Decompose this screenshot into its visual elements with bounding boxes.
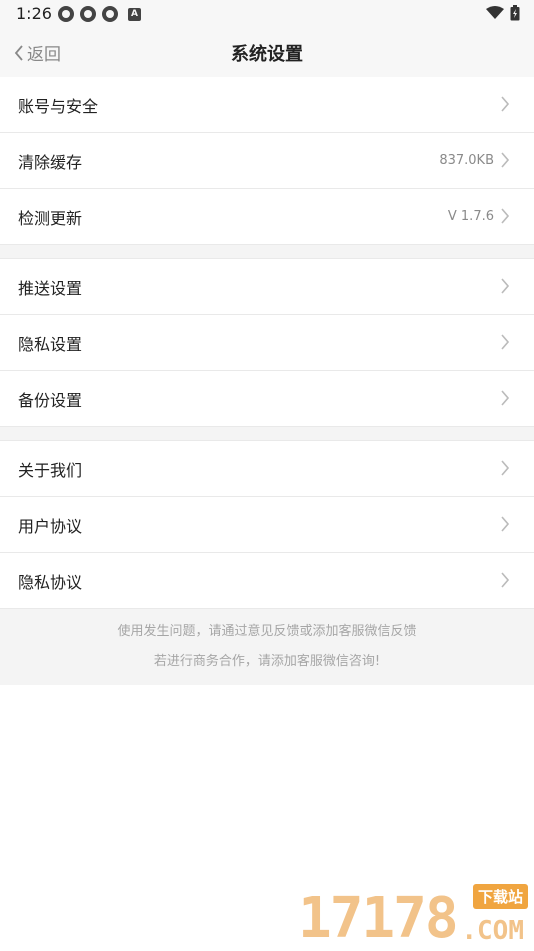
settings-group-about: 关于我们 用户协议 隐私协议: [0, 441, 534, 609]
watermark-digits: 17178: [298, 886, 459, 951]
settings-item-label: 备份设置: [18, 390, 83, 410]
status-bar: 1:26 A: [0, 0, 534, 28]
site-watermark: 17178 下载站 .COM: [298, 884, 528, 951]
chevron-right-icon: [501, 516, 510, 532]
chevron-right-icon: [501, 572, 510, 588]
chevron-right-icon: [501, 334, 510, 350]
footer-feedback-text: 使用发生问题，请通过意见反馈或添加客服微信反馈: [117, 624, 417, 639]
settings-item-label: 检测更新: [18, 208, 83, 228]
page-title: 系统设置: [231, 44, 303, 65]
chevron-right-icon: [501, 208, 510, 224]
group-divider: [0, 245, 534, 259]
settings-item-label: 隐私设置: [18, 334, 83, 354]
settings-item-label: 清除缓存: [18, 152, 83, 172]
watermark-badge: 下载站: [472, 884, 528, 909]
group-divider: [0, 427, 534, 441]
nav-bar: 返回 系统设置: [0, 28, 534, 78]
wifi-icon: [486, 6, 504, 19]
chevron-right-icon: [501, 278, 510, 294]
settings-item-check-update[interactable]: 检测更新 V 1.7.6: [0, 189, 534, 245]
settings-item-user-agreement[interactable]: 用户协议: [0, 497, 534, 553]
settings-item-backup[interactable]: 备份设置: [0, 371, 534, 427]
watermark-domain: .COM: [461, 916, 524, 946]
system-status-icons: [486, 5, 520, 21]
help-footer: 使用发生问题，请通过意见反馈或添加客服微信反馈 若进行商务合作，请添加客服微信咨…: [0, 609, 534, 685]
settings-item-label: 账号与安全: [18, 96, 99, 116]
notification-icons: A: [58, 6, 141, 22]
settings-item-privacy[interactable]: 隐私设置: [0, 315, 534, 371]
settings-item-label: 用户协议: [18, 516, 83, 536]
settings-item-privacy-policy[interactable]: 隐私协议: [0, 553, 534, 609]
cache-size-value: 837.0KB: [439, 153, 494, 168]
settings-item-label: 隐私协议: [18, 572, 83, 592]
footer-business-text: 若进行商务合作，请添加客服微信咨询!: [153, 654, 381, 669]
status-app-icon: [58, 6, 74, 22]
chevron-right-icon: [501, 96, 510, 112]
settings-item-label: 推送设置: [18, 278, 83, 298]
settings-group-preferences: 推送设置 隐私设置 备份设置: [0, 259, 534, 427]
status-time: 1:26: [16, 4, 52, 23]
chevron-right-icon: [501, 390, 510, 406]
settings-item-account-security[interactable]: 账号与安全: [0, 77, 534, 133]
status-app-icon: [80, 6, 96, 22]
version-value: V 1.7.6: [447, 209, 494, 224]
settings-item-label: 关于我们: [18, 460, 83, 480]
settings-item-push[interactable]: 推送设置: [0, 259, 534, 315]
a-badge-icon: A: [128, 7, 141, 21]
chevron-right-icon: [501, 152, 510, 168]
settings-item-clear-cache[interactable]: 清除缓存 837.0KB: [0, 133, 534, 189]
battery-icon: [510, 5, 520, 21]
chevron-right-icon: [501, 460, 510, 476]
status-app-icon: [102, 6, 118, 22]
settings-list: 账号与安全 清除缓存 837.0KB 检测更新 V 1.7.6 推送设置 隐私设…: [0, 77, 534, 685]
settings-item-about-us[interactable]: 关于我们: [0, 441, 534, 497]
settings-group-account: 账号与安全 清除缓存 837.0KB 检测更新 V 1.7.6: [0, 77, 534, 245]
